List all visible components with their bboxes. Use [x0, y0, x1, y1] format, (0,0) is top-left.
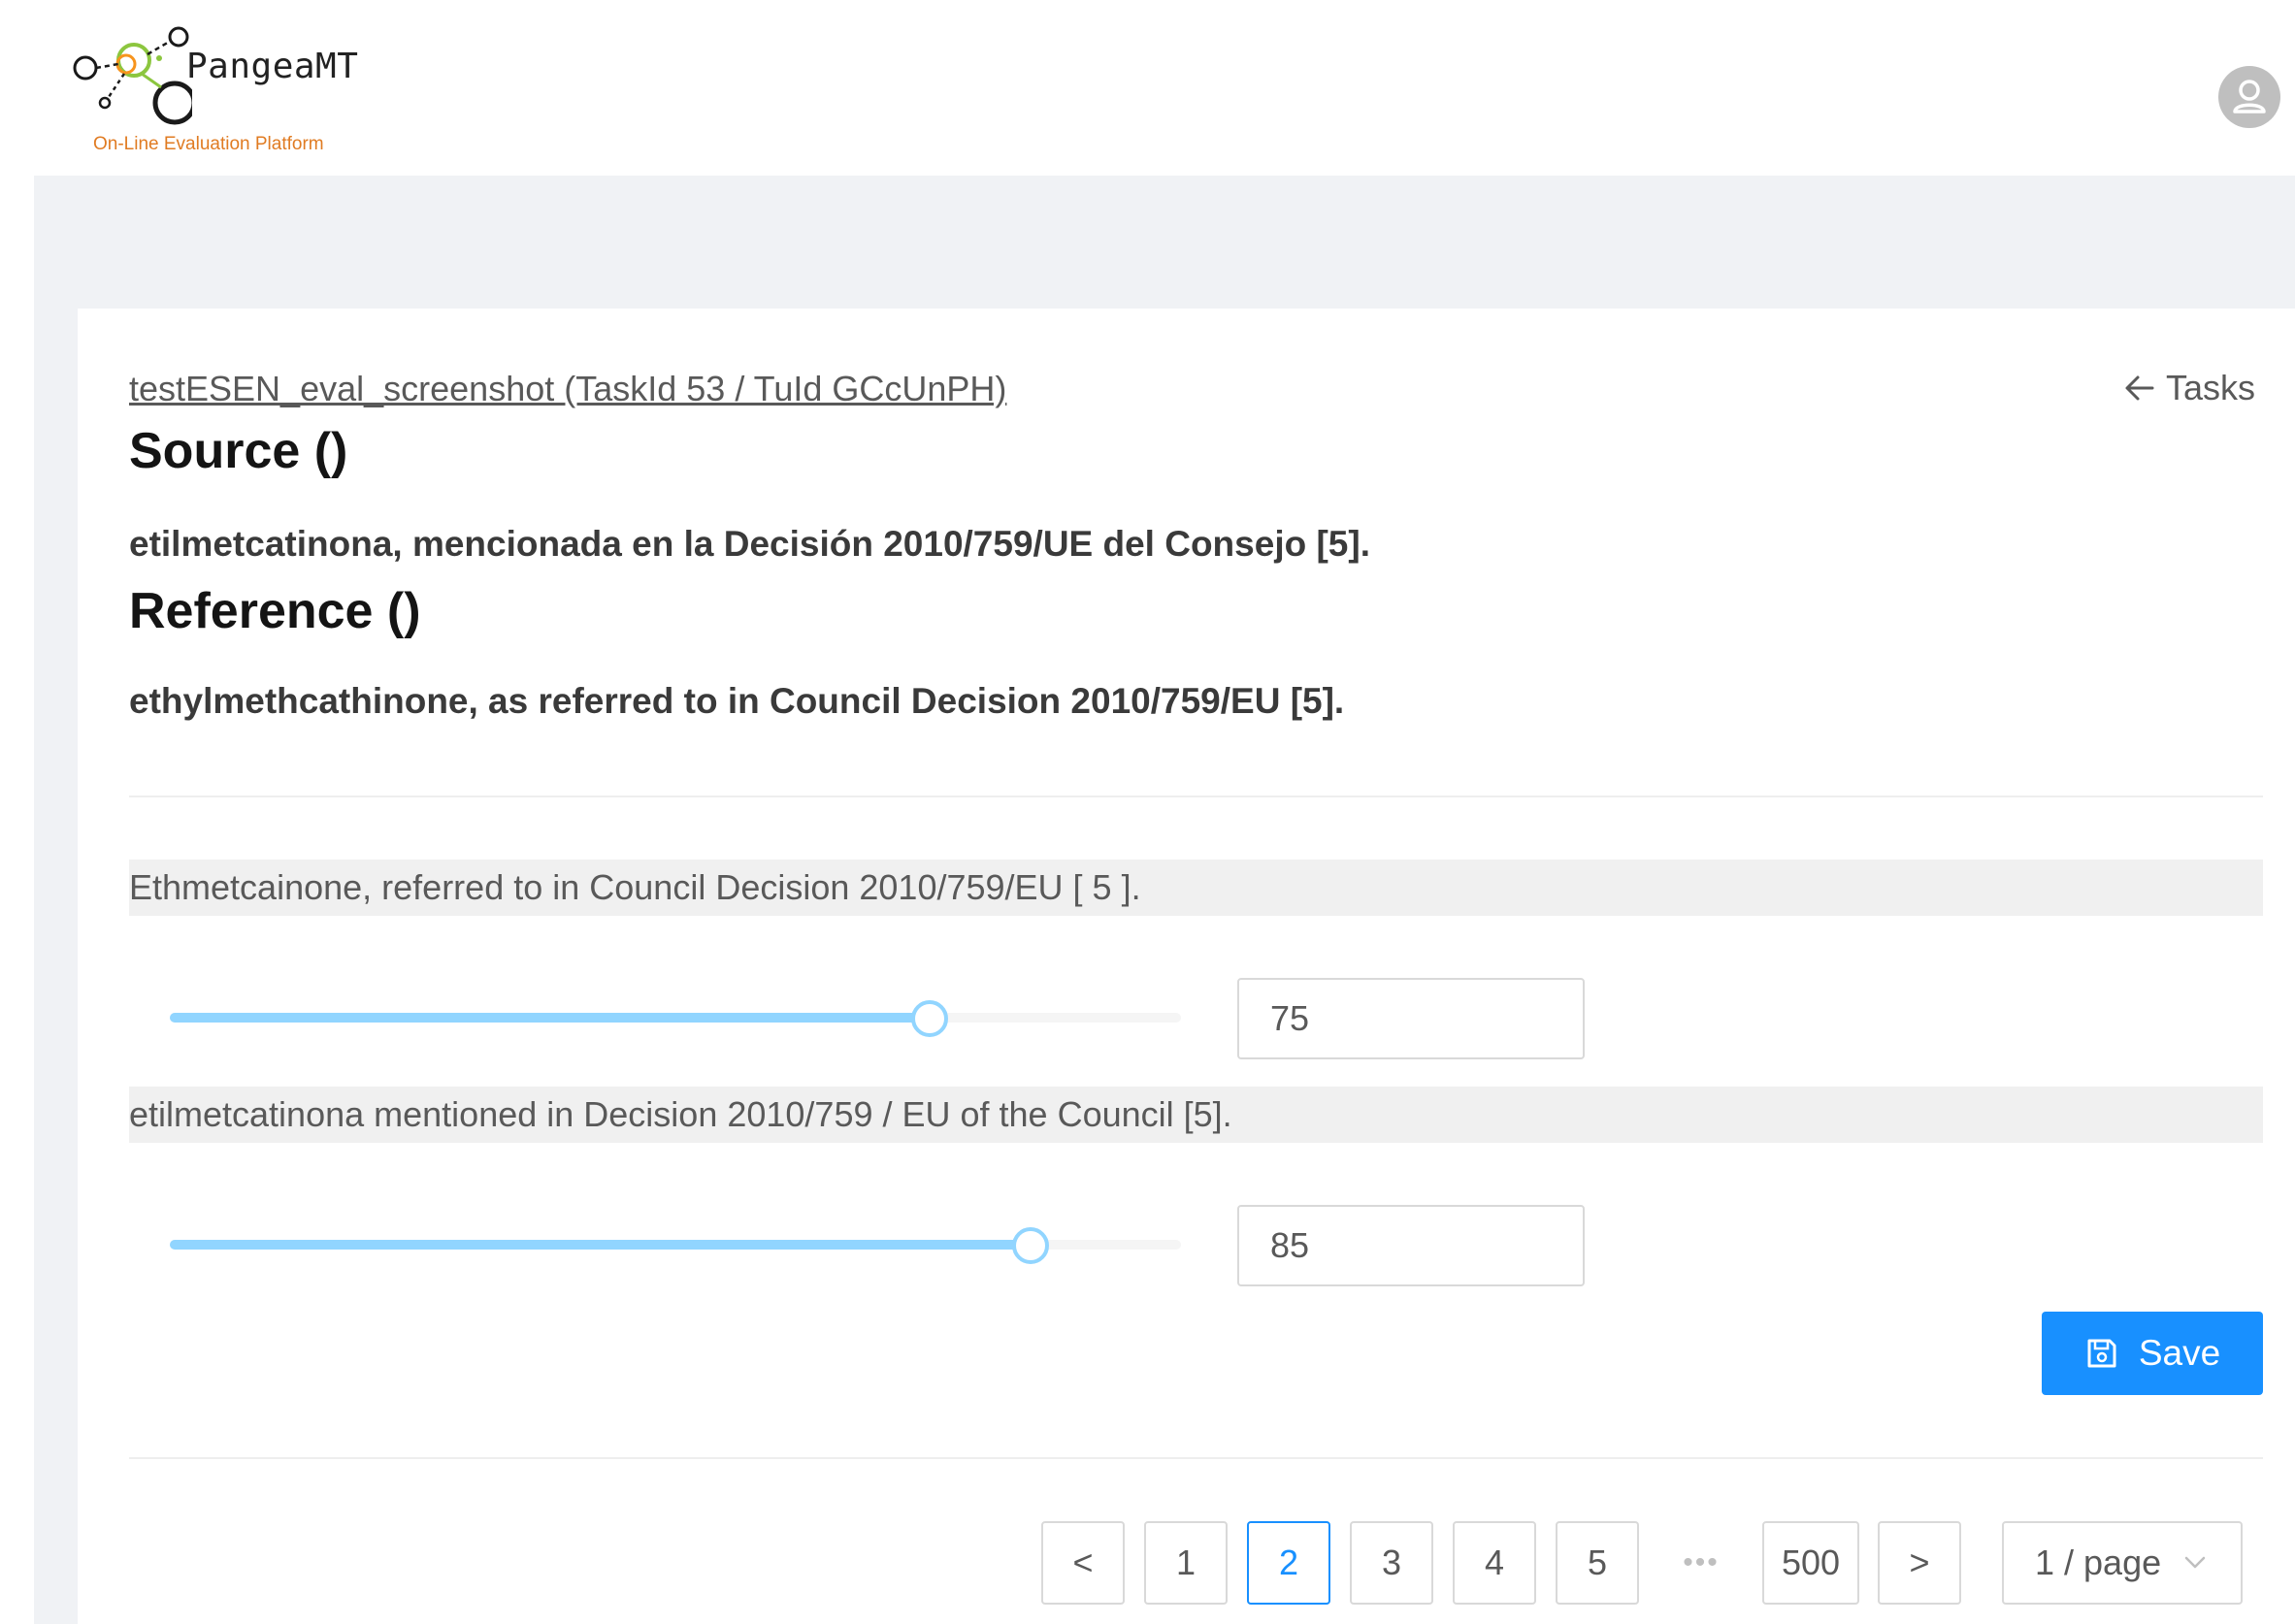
arrow-left-icon: [2125, 375, 2154, 401]
reference-text: ethylmethcathinone, as referred to in Co…: [129, 681, 1345, 721]
source-text: etilmetcatinona, mencionada en la Decisi…: [129, 524, 1370, 564]
chevron-down-icon: [2184, 1556, 2206, 1569]
last-page-button[interactable]: 500: [1762, 1521, 1859, 1605]
page-4-button[interactable]: 4: [1453, 1521, 1536, 1605]
score-slider-2[interactable]: [170, 1217, 1181, 1275]
back-to-tasks-link[interactable]: Tasks: [2123, 368, 2255, 408]
evaluation-card: [78, 309, 2295, 1624]
page-2-button[interactable]: 2: [1247, 1521, 1330, 1605]
save-icon: [2087, 1339, 2116, 1368]
user-avatar[interactable]: [2218, 66, 2280, 128]
slider-track: [170, 1013, 929, 1023]
score-input-2[interactable]: 85: [1237, 1205, 1585, 1286]
page-5-button[interactable]: 5: [1556, 1521, 1639, 1605]
reference-heading: Reference (): [129, 583, 421, 639]
pangeamt-logo[interactable]: PangeaMT On-Line Evaluation Platform: [66, 25, 386, 165]
pagination-divider: [129, 1457, 2263, 1459]
slider-handle[interactable]: [910, 1000, 948, 1037]
source-heading: Source (): [129, 423, 348, 479]
page-1-button[interactable]: 1: [1144, 1521, 1228, 1605]
slider-handle[interactable]: [1011, 1227, 1049, 1264]
section-divider: [129, 796, 2263, 797]
prev-page-button[interactable]: <: [1041, 1521, 1125, 1605]
next-page-button[interactable]: >: [1878, 1521, 1961, 1605]
save-button[interactable]: Save: [2042, 1312, 2263, 1395]
slider-track: [170, 1240, 1030, 1250]
page-size-value: 1 / page: [2035, 1543, 2162, 1582]
page-3-button[interactable]: 3: [1350, 1521, 1433, 1605]
save-label: Save: [2138, 1333, 2221, 1373]
task-title-link[interactable]: testESEN_eval_screenshot (TaskId 53 / Tu…: [129, 369, 1006, 409]
user-icon: [2233, 80, 2266, 114]
score-slider-1[interactable]: [170, 990, 1181, 1048]
translation-text-2: etilmetcatinona mentioned in Decision 20…: [129, 1087, 2263, 1143]
back-label: Tasks: [2166, 368, 2256, 407]
app-header: PangeaMT On-Line Evaluation Platform: [0, 0, 2295, 176]
translation-text-1: Ethmetcainone, referred to in Council De…: [129, 860, 2263, 916]
logo-tagline: On-Line Evaluation Platform: [93, 134, 324, 154]
logo-graphic-icon: [73, 26, 192, 125]
logo-name: PangeaMT: [186, 47, 359, 86]
score-input-1[interactable]: 75: [1237, 978, 1585, 1059]
page-size-select[interactable]: 1 / page: [2002, 1521, 2243, 1605]
pagination-ellipsis[interactable]: •••: [1672, 1521, 1730, 1605]
